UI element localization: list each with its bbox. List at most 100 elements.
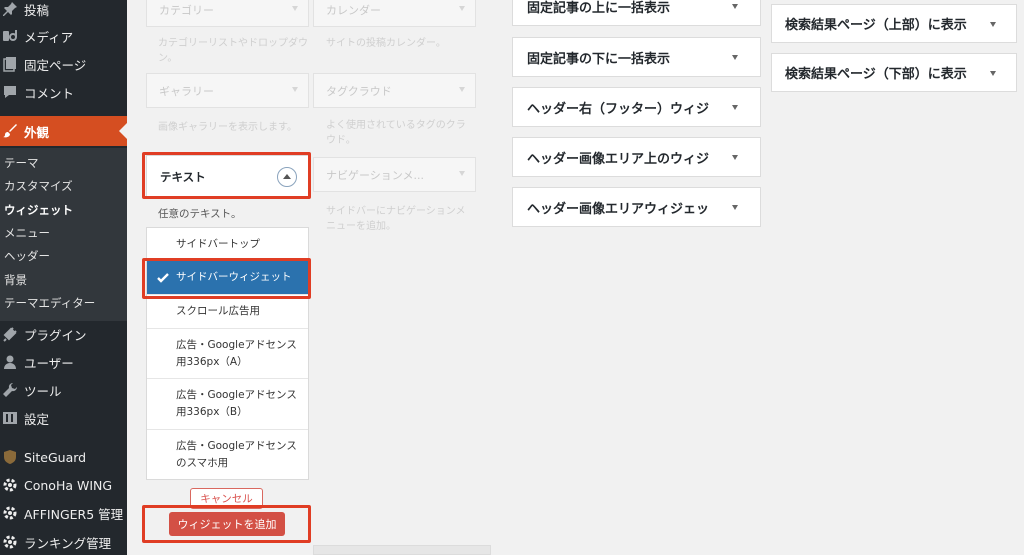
option-label: サイドバートップ bbox=[176, 237, 260, 250]
chevron-down-icon bbox=[732, 205, 738, 210]
widget-category[interactable]: カテゴリー bbox=[146, 0, 309, 27]
menu-pages[interactable]: 固定ページ bbox=[0, 50, 127, 78]
option-label: スクロール広告用 bbox=[176, 305, 260, 317]
chevron-down-icon bbox=[459, 171, 465, 176]
widget-title: カテゴリー bbox=[159, 3, 214, 17]
area-header-right[interactable]: ヘッダー右（フッター）ウィジ bbox=[512, 87, 761, 127]
menu-label: 設定 bbox=[24, 411, 50, 427]
widget-placeholder bbox=[313, 545, 491, 555]
highlight-frame bbox=[142, 152, 311, 199]
widget-title: タグクラウド bbox=[326, 84, 392, 98]
chevron-down-icon bbox=[990, 22, 996, 27]
menu-ranking[interactable]: ランキング管理 bbox=[0, 528, 127, 555]
chevron-down-icon bbox=[292, 6, 298, 11]
menu-plugins[interactable]: プラグイン bbox=[0, 320, 127, 348]
highlight-frame bbox=[142, 505, 311, 543]
menu-affinger5[interactable]: AFFINGER5 管理 bbox=[0, 499, 127, 527]
menu-label: SiteGuard bbox=[24, 449, 87, 465]
siteguard-icon bbox=[2, 449, 18, 465]
widget-calendar[interactable]: カレンダー bbox=[313, 0, 476, 27]
menu-label: 外観 bbox=[24, 124, 50, 140]
option-label: 広告・Googleアドセンス用336px（B） bbox=[176, 389, 297, 418]
menu-conoha-wing[interactable]: ConoHa WING bbox=[0, 471, 127, 499]
area-fixed-top[interactable]: 固定記事の上に一括表示 bbox=[512, 0, 761, 26]
chevron-down-icon bbox=[459, 6, 465, 11]
widget-desc: サイドバーにナビゲーションメニューを追加。 bbox=[326, 206, 466, 232]
area-title: 固定記事の下に一括表示 bbox=[527, 51, 671, 67]
gear-icon bbox=[2, 534, 18, 550]
area-header-image[interactable]: ヘッダー画像エリアウィジェッ bbox=[512, 187, 761, 227]
chevron-down-icon bbox=[732, 4, 738, 9]
submenu-header[interactable]: ヘッダー bbox=[4, 248, 50, 264]
choose-option[interactable]: 広告・Googleアドセンスのスマホ用 bbox=[147, 430, 308, 480]
option-label: 広告・Googleアドセンスのスマホ用 bbox=[176, 440, 297, 469]
submenu-background[interactable]: 背景 bbox=[4, 272, 27, 288]
chevron-down-icon bbox=[292, 87, 298, 92]
area-search-bottom[interactable]: 検索結果ページ（下部）に表示 bbox=[771, 53, 1017, 92]
highlight-frame bbox=[142, 258, 311, 299]
plugin-icon bbox=[2, 326, 18, 342]
chevron-down-icon bbox=[990, 71, 996, 76]
menu-label: メディア bbox=[24, 29, 74, 45]
area-title: 検索結果ページ（上部）に表示 bbox=[785, 18, 967, 33]
menu-label: ツール bbox=[24, 383, 62, 399]
area-search-top[interactable]: 検索結果ページ（上部）に表示 bbox=[771, 4, 1017, 43]
area-title: 検索結果ページ（下部）に表示 bbox=[785, 67, 967, 82]
chevron-down-icon bbox=[732, 55, 738, 60]
menu-label: 投稿 bbox=[24, 2, 50, 18]
area-title: ヘッダー画像エリア上のウィジ bbox=[527, 151, 710, 167]
admin-sidebar: 投稿 メディア 固定ページ コメント 外観 テーマ カスタマイズ ウィジェット … bbox=[0, 0, 127, 555]
user-icon bbox=[2, 354, 18, 370]
settings-icon bbox=[2, 410, 18, 426]
choose-option[interactable]: サイドバートップ bbox=[147, 228, 308, 261]
chevron-down-icon bbox=[459, 87, 465, 92]
widget-desc: サイトの投稿カレンダー。 bbox=[326, 38, 446, 49]
widget-tagcloud[interactable]: タグクラウド bbox=[313, 73, 476, 108]
widget-desc: 任意のテキスト。 bbox=[158, 208, 242, 220]
submenu-themes[interactable]: テーマ bbox=[4, 155, 39, 171]
menu-media[interactable]: メディア bbox=[0, 22, 127, 50]
menu-settings[interactable]: 設定 bbox=[0, 404, 127, 432]
widget-navigation-menu[interactable]: ナビゲーションメ... bbox=[313, 157, 476, 192]
menu-label: 固定ページ bbox=[24, 57, 87, 73]
area-title: 固定記事の上に一括表示 bbox=[527, 0, 671, 16]
menu-label: ランキング管理 bbox=[24, 535, 112, 551]
option-label: 広告・Googleアドセンス用336px（A） bbox=[176, 338, 297, 368]
menu-users[interactable]: ユーザー bbox=[0, 348, 127, 376]
page-icon bbox=[2, 56, 18, 72]
wrench-icon bbox=[2, 382, 18, 398]
media-icon bbox=[2, 28, 18, 44]
submenu-customize[interactable]: カスタマイズ bbox=[4, 178, 73, 194]
menu-label: AFFINGER5 管理 bbox=[24, 506, 124, 522]
chevron-down-icon bbox=[732, 105, 738, 110]
area-fixed-bottom[interactable]: 固定記事の下に一括表示 bbox=[512, 37, 761, 77]
area-title: ヘッダー右（フッター）ウィジ bbox=[527, 101, 710, 117]
widget-desc: 画像ギャラリーを表示します。 bbox=[158, 122, 297, 133]
widget-title: ギャラリー bbox=[159, 84, 214, 98]
widget-gallery[interactable]: ギャラリー bbox=[146, 73, 309, 108]
submenu-widgets[interactable]: ウィジェット bbox=[4, 202, 73, 218]
appearance-submenu: テーマ カスタマイズ ウィジェット メニュー ヘッダー 背景 テーマエディター bbox=[0, 148, 127, 321]
menu-label: ConoHa WING bbox=[24, 477, 113, 493]
choose-option[interactable]: 広告・Googleアドセンス用336px（A） bbox=[147, 329, 308, 379]
submenu-theme-editor[interactable]: テーマエディター bbox=[4, 295, 95, 311]
menu-label: プラグイン bbox=[24, 327, 87, 343]
menu-appearance[interactable]: 外観 bbox=[0, 116, 127, 146]
submenu-menus[interactable]: メニュー bbox=[4, 225, 50, 241]
widget-desc: よく使用されているタグのクラウド。 bbox=[326, 120, 466, 146]
pin-icon bbox=[2, 1, 18, 17]
widget-title: カレンダー bbox=[326, 3, 381, 17]
comment-icon bbox=[2, 84, 18, 100]
choose-option[interactable]: 広告・Googleアドセンス用336px（B） bbox=[147, 379, 308, 430]
brush-icon bbox=[2, 123, 18, 139]
widget-title: ナビゲーションメ... bbox=[326, 168, 424, 182]
menu-tools[interactable]: ツール bbox=[0, 376, 127, 404]
menu-comments[interactable]: コメント bbox=[0, 78, 127, 106]
menu-label: コメント bbox=[24, 85, 75, 101]
choose-option[interactable]: スクロール広告用 bbox=[147, 295, 308, 329]
gear-icon bbox=[2, 505, 18, 521]
area-title: ヘッダー画像エリアウィジェッ bbox=[527, 201, 710, 217]
menu-posts[interactable]: 投稿 bbox=[0, 0, 127, 23]
menu-siteguard[interactable]: SiteGuard bbox=[0, 443, 127, 471]
area-header-image-top[interactable]: ヘッダー画像エリア上のウィジ bbox=[512, 137, 761, 177]
